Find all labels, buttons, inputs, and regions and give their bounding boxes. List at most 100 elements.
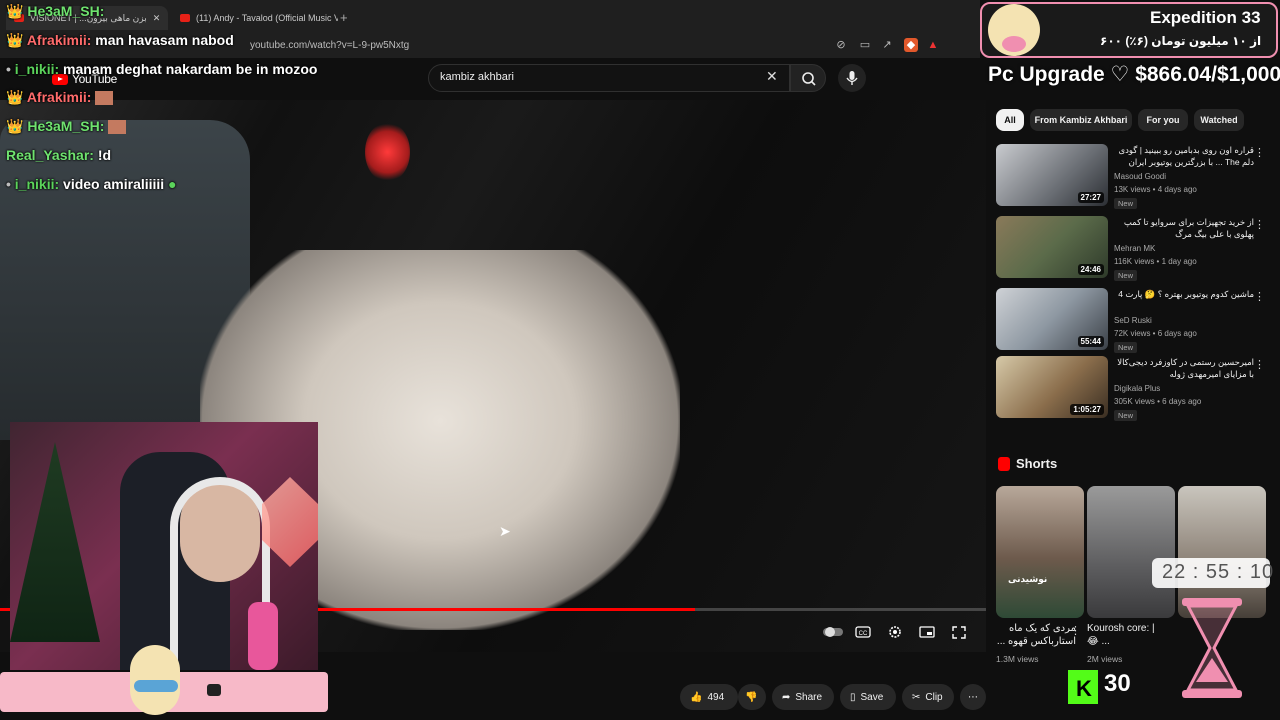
share-button[interactable]: ➦ Share <box>772 684 834 710</box>
chat-username: Real_Yashar: <box>6 147 94 163</box>
recommendation-item[interactable]: 55:44 ماشین کدوم یوتیوبر بهتره ؟ 🤔 پارت … <box>996 288 1266 353</box>
captions-button[interactable]: CC <box>854 624 872 640</box>
new-badge: New <box>1114 270 1138 281</box>
close-tab-icon[interactable]: ✕ <box>153 13 161 24</box>
chat-username: He3aM_SH: <box>27 118 105 134</box>
chip-for-you[interactable]: For you <box>1138 109 1188 131</box>
video-thumbnail[interactable]: 55:44 <box>996 288 1108 350</box>
video-thumbnail[interactable]: 24:46 <box>996 216 1108 278</box>
new-badge: New <box>1114 410 1138 421</box>
new-tab-icon[interactable]: + <box>340 10 348 25</box>
search-button[interactable] <box>790 64 826 92</box>
crown-icon: 👑 <box>6 3 24 19</box>
more-vertical-icon[interactable]: ⋮ <box>1254 290 1265 303</box>
search-input[interactable]: kambiz akhbari <box>440 71 514 83</box>
save-label: Save <box>860 691 884 703</box>
svg-text:CC: CC <box>859 631 868 637</box>
settings-button[interactable] <box>886 624 904 640</box>
autoplay-toggle[interactable] <box>822 624 844 640</box>
channel-name[interactable]: Mehran MK <box>1114 244 1155 253</box>
share-arrow-icon: ➦ <box>782 691 791 703</box>
chat-message: 👑 He3aM_SH: <box>6 118 127 135</box>
crown-icon: 👑 <box>6 32 24 48</box>
video-meta: 305K views • 6 days ago <box>1114 397 1202 406</box>
stream-banner-title: Pc Upgrade ♡ $866.04/$1,000 <box>988 63 1280 86</box>
more-vertical-icon[interactable]: ⋮ <box>1070 624 1081 637</box>
share-icon[interactable]: ↗ <box>880 38 894 52</box>
video-title[interactable]: ماشین کدوم یوتیوبر بهتره ؟ 🤔 پارت 4 <box>1114 288 1254 312</box>
microphone-icon <box>248 602 278 670</box>
short-title[interactable]: Kourosh core: | 😂 ... <box>1087 622 1167 648</box>
channel-name[interactable]: SeD Ruski <box>1114 316 1152 325</box>
more-vertical-icon[interactable]: ⋮ <box>1254 218 1265 231</box>
hexagon-light-icon <box>262 477 318 567</box>
chat-message: Real_Yashar: !d <box>6 147 111 163</box>
crown-icon: 👑 <box>6 118 24 134</box>
emote-icon <box>95 91 114 106</box>
more-actions-button[interactable]: ⋯ <box>960 684 986 710</box>
kick-logo-letter: K <box>1076 676 1092 701</box>
video-thumbnail[interactable]: 1:05:27 <box>996 356 1108 418</box>
short-thumbnail[interactable]: نوشیدنی <box>996 486 1084 618</box>
fullscreen-button[interactable] <box>950 624 968 640</box>
shorts-heading: Shorts <box>1016 456 1058 471</box>
chat-text: man havasam nabod <box>95 32 234 48</box>
no-eye-icon[interactable]: ⊘ <box>834 38 848 52</box>
video-title[interactable]: قراره اون روی بدبامین رو ببینید | گودی د… <box>1114 144 1254 168</box>
clip-label: Clip <box>925 691 943 703</box>
short-overlay-text: نوشیدنی <box>1008 574 1048 584</box>
chat-username: i_nikii: <box>14 176 60 192</box>
recommendation-item[interactable]: 1:05:27 امیرحسین رستمی در کاوزفرد دیجی‌ک… <box>996 356 1266 421</box>
christmas-tree-icon <box>10 442 100 642</box>
thumbs-up-icon: 👍 <box>690 691 703 703</box>
short-title[interactable]: مردی که یک ماه استارباکس قهوه ... <box>996 622 1076 648</box>
captions-icon: CC <box>855 626 871 638</box>
recommendation-item[interactable]: 27:27 قراره اون روی بدبامین رو ببینید | … <box>996 144 1266 209</box>
voice-search-button[interactable] <box>838 64 866 92</box>
crown-icon: 👑 <box>6 89 24 105</box>
chat-message: 👑 Afrakimii: man havasam nabod <box>6 32 234 49</box>
microphone-icon <box>846 71 858 85</box>
miniplayer-button[interactable] <box>918 624 936 640</box>
video-title[interactable]: از خرید تجهیزات برای سروایو تا کمپ پهلوی… <box>1114 216 1254 240</box>
sunglasses-icon <box>134 680 178 692</box>
chip-all[interactable]: All <box>996 109 1024 131</box>
channel-name[interactable]: Digikala Plus <box>1114 384 1160 393</box>
youtube-social-icon <box>207 684 221 696</box>
clip-button[interactable]: ✂ Clip <box>902 684 954 710</box>
chip-from-channel[interactable]: From Kambiz Akhbari <box>1030 109 1132 131</box>
channel-name[interactable]: Masoud Goodi <box>1114 172 1166 181</box>
more-vertical-icon[interactable]: ⋮ <box>1254 146 1265 159</box>
donation-goal-subtitle: ۶۰۰ از ۱۰ میلیون تومان (۶٪) <box>1100 34 1262 48</box>
emote-icon: ● <box>168 176 177 192</box>
video-meta: 13K views • 4 days ago <box>1114 185 1197 194</box>
autoplay-icon <box>823 627 843 637</box>
fullscreen-icon <box>952 626 966 639</box>
chat-message: • i_nikii: video amiraliiiii ● <box>6 176 177 192</box>
video-title[interactable]: امیرحسین رستمی در کاوزفرد دیجی‌کالا با م… <box>1114 356 1254 380</box>
share-label: Share <box>795 691 823 703</box>
video-frame-red-light <box>365 122 410 182</box>
video-duration: 55:44 <box>1077 336 1104 347</box>
chip-watched[interactable]: Watched <box>1194 109 1244 131</box>
save-button[interactable]: ▯ Save <box>840 684 896 710</box>
chat-username: i_nikii: <box>14 61 60 77</box>
like-button[interactable]: 👍 494 <box>680 684 738 710</box>
brave-shield-icon[interactable]: ◆ <box>904 38 918 52</box>
browser-tab-2[interactable]: (11) Andy - Tavalod (Official Music Vi..… <box>172 6 338 30</box>
clear-search-icon[interactable]: ✕ <box>766 68 778 85</box>
chat-message: 👑 He3aM_SH: <box>6 3 104 20</box>
emote-icon <box>108 120 127 135</box>
shorts-header: Shorts <box>998 456 1057 471</box>
url-field[interactable]: youtube.com/watch?v=L-9-pw5Nxtg <box>250 40 409 51</box>
rewards-icon[interactable]: ▲ <box>926 38 940 52</box>
dislike-button[interactable]: 👎 <box>738 684 766 710</box>
install-icon[interactable]: ▭ <box>858 38 872 52</box>
short-thumbnail[interactable] <box>1087 486 1175 618</box>
video-thumbnail[interactable]: 27:27 <box>996 144 1108 206</box>
thumbs-down-icon: 👎 <box>745 691 758 703</box>
recommendation-item[interactable]: 24:46 از خرید تجهیزات برای سروایو تا کمپ… <box>996 216 1266 281</box>
bookmark-icon: ▯ <box>850 691 856 703</box>
video-duration: 27:27 <box>1077 192 1104 203</box>
more-vertical-icon[interactable]: ⋮ <box>1254 358 1265 371</box>
